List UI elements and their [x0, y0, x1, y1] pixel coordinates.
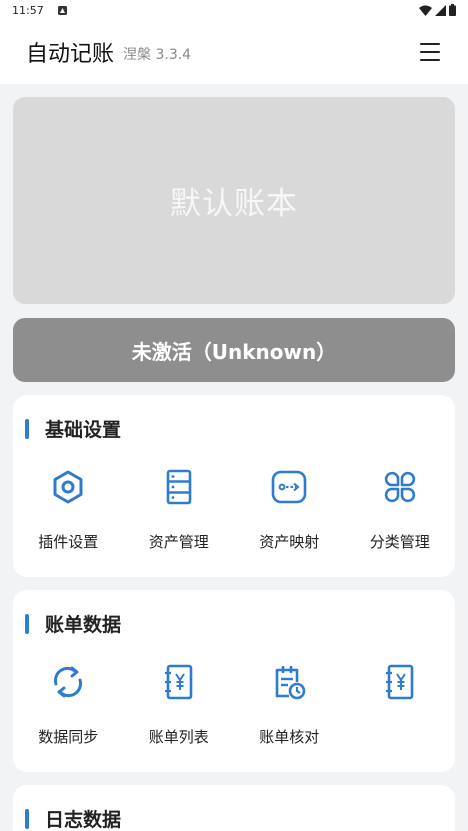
section-header: 账单数据	[25, 610, 121, 637]
asset-mapping-button[interactable]: 资产映射	[234, 467, 345, 552]
accent-bar	[25, 418, 29, 439]
feature-grid: 插件设置 资产管理 资产映射 分类管理	[13, 467, 455, 552]
bill-book-icon	[164, 664, 193, 700]
section-bill-data: 账单数据 数据同步 账单列表 账单核对	[13, 590, 455, 772]
item-label: 插件设置	[38, 533, 99, 551]
category-management-button[interactable]: 分类管理	[345, 467, 456, 552]
status-time: 11:57	[12, 3, 44, 17]
item-label: 账单核对	[259, 728, 320, 746]
signal-icon	[435, 4, 446, 16]
category-petals-icon	[384, 471, 415, 503]
section-log-data: 日志数据	[13, 785, 455, 831]
bill-book-icon	[385, 664, 414, 700]
app-version: 涅槃 3.3.4	[123, 47, 192, 63]
stack-list-icon	[166, 469, 192, 505]
item-label: 数据同步	[38, 728, 99, 746]
activation-button[interactable]: 未激活（Unknown）	[13, 318, 455, 382]
bill-book-button[interactable]	[345, 662, 456, 747]
activation-status: 未激活（Unknown）	[131, 339, 337, 364]
item-label: 分类管理	[369, 533, 430, 551]
notification-icon	[57, 5, 67, 15]
section-title: 日志数据	[45, 809, 122, 831]
asset-management-button[interactable]: 资产管理	[124, 467, 235, 552]
accent-bar	[25, 613, 29, 634]
section-header: 日志数据	[25, 805, 121, 831]
item-label: 账单列表	[148, 728, 209, 746]
section-title: 基础设置	[45, 419, 122, 441]
hexagon-settings-icon	[53, 470, 83, 504]
book-card[interactable]: 默认账本	[13, 97, 455, 304]
menu-icon[interactable]	[418, 40, 442, 64]
wifi-icon	[419, 5, 432, 16]
item-label: 资产映射	[259, 533, 320, 551]
sync-icon	[54, 666, 83, 698]
status-bar: 11:57	[0, 0, 468, 20]
plugin-settings-button[interactable]: 插件设置	[13, 467, 124, 552]
calendar-clock-icon	[275, 666, 306, 700]
book-name: 默认账本	[170, 186, 298, 222]
app-title: 自动记账	[26, 42, 115, 67]
bill-check-button[interactable]: 账单核对	[234, 662, 345, 747]
section-title: 账单数据	[45, 614, 122, 636]
bill-list-button[interactable]: 账单列表	[124, 662, 235, 747]
battery-icon	[449, 4, 456, 16]
accent-bar	[25, 808, 29, 829]
app-bar: 自动记账 涅槃 3.3.4	[0, 20, 468, 84]
section-header: 基础设置	[25, 415, 121, 442]
feature-grid: 数据同步 账单列表 账单核对	[13, 662, 455, 747]
mapping-arrow-icon	[271, 470, 307, 504]
section-basic-settings: 基础设置 插件设置 资产管理 资产映射 分类管理	[13, 395, 455, 577]
item-label: 资产管理	[148, 533, 209, 551]
data-sync-button[interactable]: 数据同步	[13, 662, 124, 747]
